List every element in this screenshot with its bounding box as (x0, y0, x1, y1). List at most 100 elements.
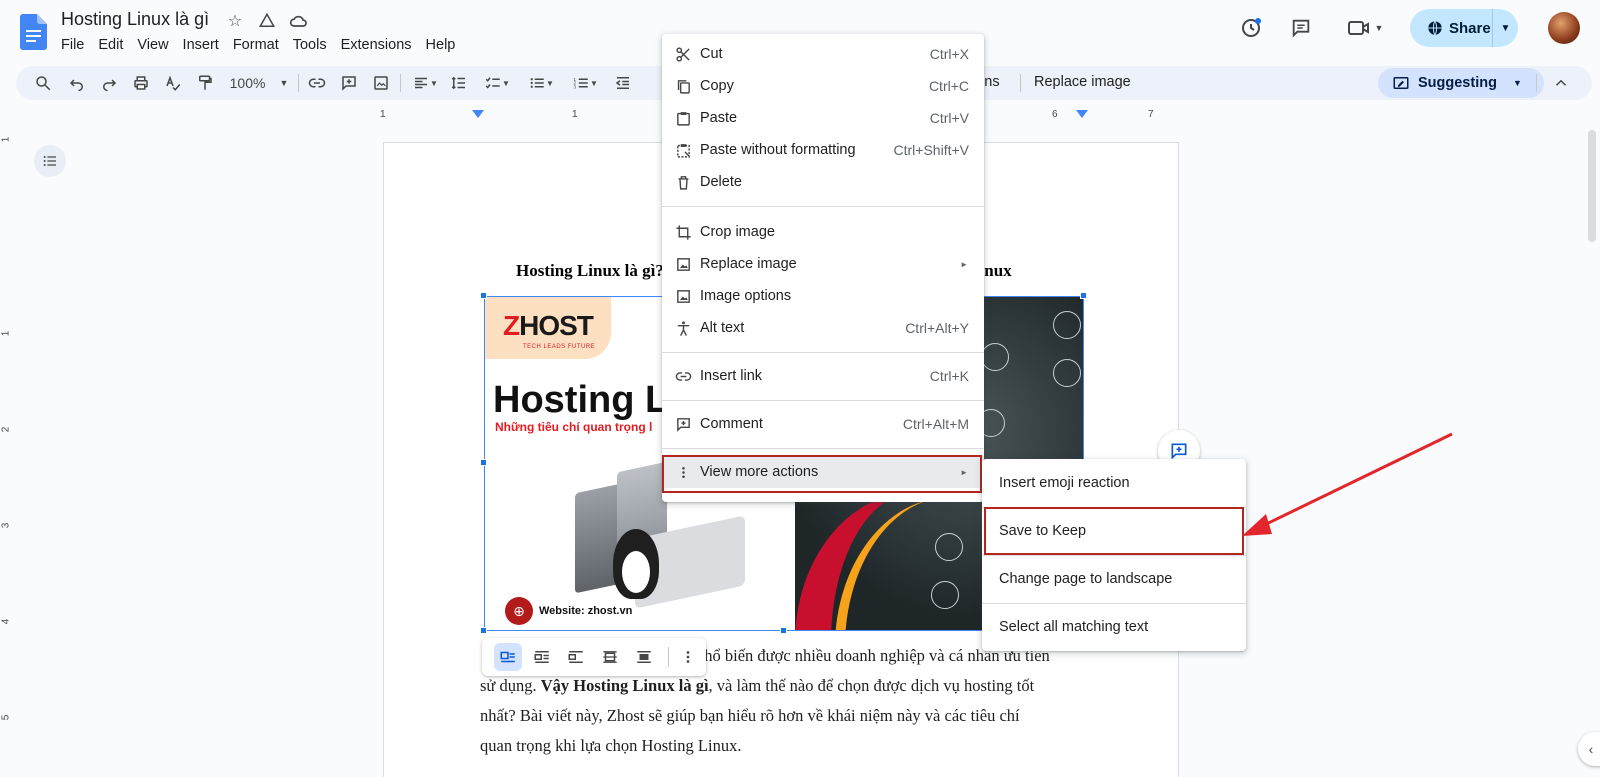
toolbar-divider (400, 74, 401, 92)
accessibility-icon (674, 319, 692, 337)
network-node-icon (1053, 359, 1081, 387)
paint-format-icon[interactable] (194, 72, 216, 94)
menu-item-replace-image[interactable]: Replace image ► (662, 248, 984, 280)
hide-menus-chevron-up-icon[interactable] (1550, 72, 1572, 94)
share-options-chevron-icon[interactable]: ▼ (1492, 9, 1518, 47)
ruler-number: 4 (0, 618, 12, 625)
print-icon[interactable] (130, 72, 152, 94)
menu-view[interactable]: View (130, 35, 175, 55)
zhost-logo: ZHOST (503, 310, 594, 341)
undo-icon[interactable] (66, 72, 88, 94)
link-icon (674, 367, 692, 385)
menu-help[interactable]: Help (419, 35, 463, 55)
in-front-of-text-icon[interactable] (630, 643, 658, 671)
editing-mode-button[interactable]: Suggesting ▼ (1378, 68, 1544, 98)
document-title[interactable]: Hosting Linux là gì (61, 9, 209, 30)
highlight-box (662, 455, 982, 493)
zoom-select[interactable]: 100% ▼ (228, 72, 290, 94)
replace-image-button[interactable]: Replace image (1034, 74, 1131, 90)
comments-icon[interactable] (1288, 15, 1314, 41)
star-icon[interactable]: ☆ (224, 10, 246, 32)
resize-handle[interactable] (1080, 292, 1087, 299)
behind-text-icon[interactable] (596, 643, 624, 671)
menu-item-insert-link[interactable]: Insert link Ctrl+K (662, 360, 984, 392)
spellcheck-icon[interactable] (162, 72, 184, 94)
menu-item-image-options[interactable]: Image options (662, 280, 984, 312)
avatar[interactable] (1548, 12, 1580, 44)
scrollbar-thumb[interactable] (1588, 130, 1596, 242)
heading-left-text: Hosting Linux là gì? (516, 261, 664, 280)
menu-item-paste[interactable]: Paste Ctrl+V (662, 102, 984, 134)
menu-item-alt-text[interactable]: Alt text Ctrl+Alt+Y (662, 312, 984, 344)
meet-icon[interactable]: ▼ (1344, 15, 1386, 41)
editing-mode-label: Suggesting (1418, 75, 1497, 91)
checklist-icon[interactable]: ▼ (480, 72, 514, 94)
submenu-item-select-all-matching-text[interactable]: Select all matching text (982, 603, 1246, 651)
move-to-drive-icon[interactable] (256, 10, 278, 32)
more-options-icon[interactable] (674, 643, 702, 671)
network-node-icon (1053, 311, 1081, 339)
menu-bar: File Edit View Insert Format Tools Exten… (54, 35, 462, 55)
menu-divider (662, 400, 984, 401)
share-label: Share (1449, 19, 1491, 37)
resize-handle[interactable] (780, 627, 787, 634)
menu-item-crop-image[interactable]: Crop image (662, 216, 984, 248)
side-panel-toggle-chevron-left-icon[interactable]: ‹ (1578, 732, 1600, 766)
toolbar-divider (668, 647, 669, 667)
numbered-list-icon[interactable]: 1 2 3 ▼ (568, 72, 602, 94)
insert-image-icon[interactable] (370, 72, 392, 94)
paragraph-line: quan trọng khi lựa chọn Hosting Linux. (480, 736, 742, 755)
break-text-icon[interactable] (562, 643, 590, 671)
left-indent-marker[interactable] (472, 110, 484, 118)
add-comment-icon[interactable] (338, 72, 360, 94)
bulleted-list-icon[interactable]: ▼ (524, 72, 558, 94)
paste-icon (674, 109, 692, 127)
image-wrap-toolbar (482, 638, 706, 676)
submenu-item-change-page-to-landscape[interactable]: Change page to landscape (982, 555, 1246, 603)
menu-item-comment[interactable]: Comment Ctrl+Alt+M (662, 408, 984, 440)
toolbar-divider (1536, 74, 1537, 92)
align-left-icon[interactable]: ▼ (408, 72, 442, 94)
scissors-icon (674, 45, 692, 63)
resize-handle[interactable] (480, 627, 487, 634)
menu-item-cut[interactable]: Cut Ctrl+X (662, 38, 984, 70)
inline-wrap-icon[interactable] (494, 643, 522, 671)
resize-handle[interactable] (480, 459, 487, 466)
globe-icon: ⊕ (505, 597, 533, 625)
line-spacing-icon[interactable] (448, 72, 470, 94)
decrease-indent-icon[interactable] (612, 72, 634, 94)
menu-format[interactable]: Format (226, 35, 286, 55)
submenu-arrow-icon: ► (960, 259, 968, 269)
redo-icon[interactable] (98, 72, 120, 94)
menu-extensions[interactable]: Extensions (334, 35, 419, 55)
right-indent-marker[interactable] (1076, 110, 1088, 118)
menu-item-paste-without-formatting[interactable]: Paste without formatting Ctrl+Shift+V (662, 134, 984, 166)
ruler-number: 1 (0, 136, 12, 143)
ruler-number: 1 (0, 330, 12, 337)
context-menu: Cut Ctrl+X Copy Ctrl+C Paste Ctrl+V Past… (662, 34, 984, 502)
menu-file[interactable]: File (54, 35, 91, 55)
comment-add-icon (674, 415, 692, 433)
share-button[interactable]: Share ▼ (1410, 9, 1518, 47)
zhost-tagline: TECH LEADS FUTURE (523, 344, 596, 350)
comment-add-icon (1171, 443, 1187, 460)
menu-item-delete[interactable]: Delete (662, 166, 984, 198)
version-history-icon[interactable] (1238, 15, 1264, 41)
toolbar-divider (1020, 74, 1021, 92)
share-main[interactable]: Share (1410, 20, 1492, 37)
ruler-number: 1 (380, 109, 386, 120)
search-menus-icon[interactable] (32, 72, 54, 94)
menu-tools[interactable]: Tools (286, 35, 334, 55)
paragraph-line: nhất? Bài viết này, Zhost sẽ giúp bạn hi… (480, 706, 1020, 725)
docs-logo-icon[interactable] (20, 14, 47, 50)
menu-edit[interactable]: Edit (91, 35, 130, 55)
document-outline-button[interactable] (34, 145, 66, 177)
menu-insert[interactable]: Insert (176, 35, 226, 55)
cloud-status-icon[interactable] (288, 10, 310, 32)
wrap-text-icon[interactable] (528, 643, 556, 671)
menu-item-copy[interactable]: Copy Ctrl+C (662, 70, 984, 102)
resize-handle[interactable] (480, 292, 487, 299)
menu-divider (662, 352, 984, 353)
submenu-item-insert-emoji-reaction[interactable]: Insert emoji reaction (982, 459, 1246, 507)
insert-link-icon[interactable] (306, 72, 328, 94)
